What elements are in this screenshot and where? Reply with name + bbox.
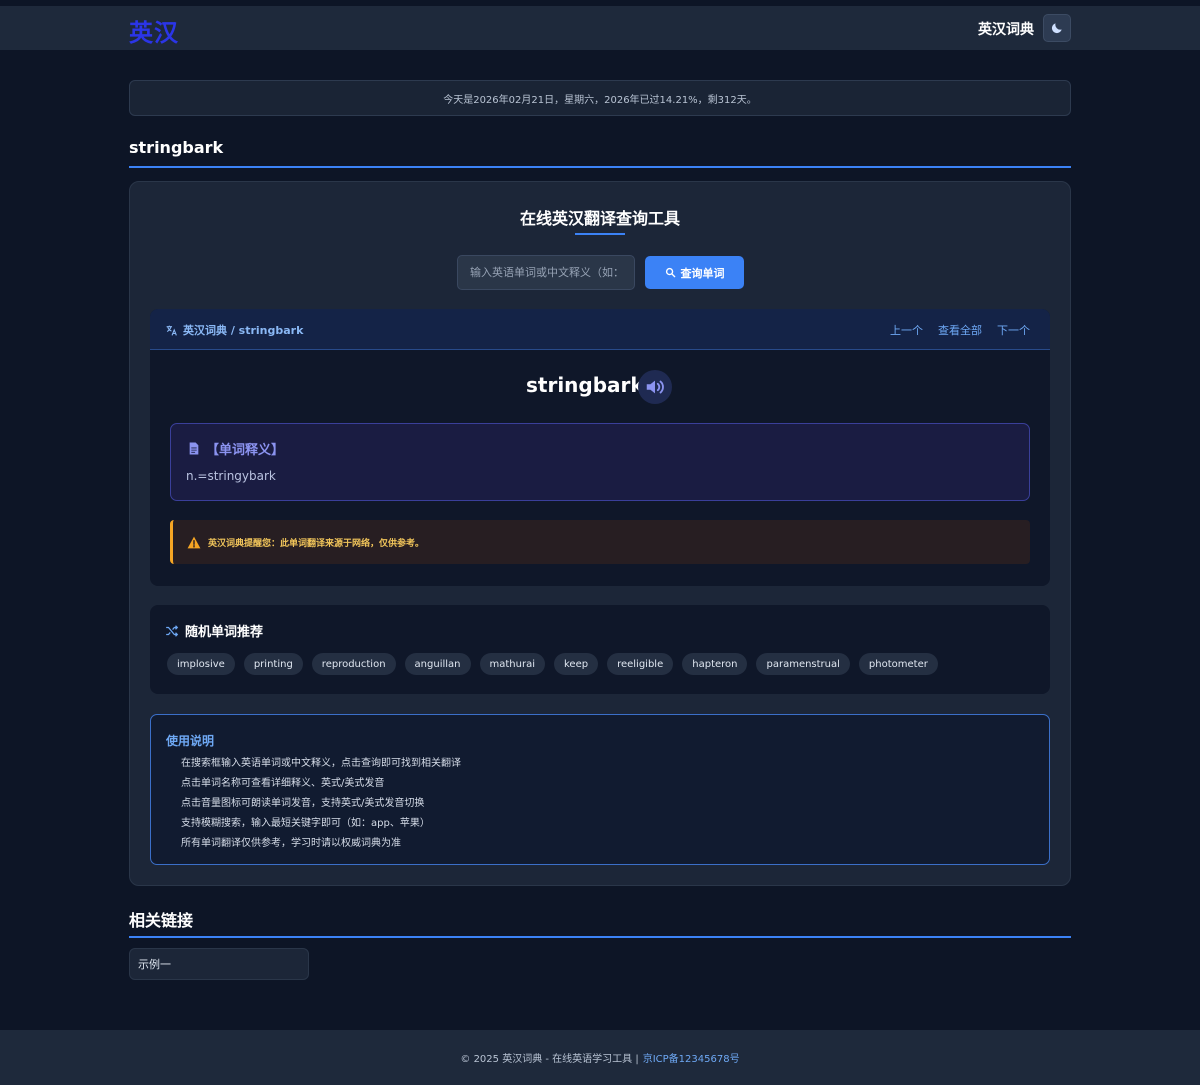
random-words-panel: 随机单词推荐 implosive printing reproduction a… xyxy=(150,605,1050,694)
page-title: stringbark xyxy=(129,138,224,157)
breadcrumb-text: 英汉词典 / stringbark xyxy=(183,324,304,337)
date-info-bar: 今天是2026年02月21日，星期六，2026年已过14.21%，剩312天。 xyxy=(129,80,1071,116)
word-tag[interactable]: implosive xyxy=(167,653,235,675)
word-tag[interactable]: photometer xyxy=(858,653,938,675)
moon-icon xyxy=(1051,23,1062,34)
dictionary-panel: 英汉词典 / stringbark 上一个 查看全部 下一个 stringbar… xyxy=(150,309,1050,586)
word-tag[interactable]: paramenstrual xyxy=(756,653,850,675)
search-icon xyxy=(665,267,675,278)
word-tag[interactable]: reproduction xyxy=(311,653,396,675)
related-divider xyxy=(129,936,1071,938)
word-tag[interactable]: keep xyxy=(553,653,599,675)
random-words-title: 随机单词推荐 xyxy=(165,621,263,640)
usage-item: 所有单词翻译仅供参考，学习时请以权威词典为准 xyxy=(181,838,401,849)
search-button-label: 查询单词 xyxy=(680,266,725,280)
word-tag[interactable]: anguillan xyxy=(404,653,471,675)
icp-link[interactable]: 京ICP备12345678号 xyxy=(643,1050,740,1065)
random-word-tags: implosive printing reproduction anguilla… xyxy=(167,653,938,675)
dictionary-panel-header: 英汉词典 / stringbark 上一个 查看全部 下一个 xyxy=(150,309,1050,350)
translate-icon xyxy=(166,325,177,336)
search-input[interactable] xyxy=(457,255,635,290)
usage-instructions: 使用说明 在搜索框输入英语单词或中文释义，点击查询即可找到相关翻译 点击单词名称… xyxy=(150,714,1050,865)
shuffle-icon xyxy=(166,624,179,637)
entry-word[interactable]: stringbark xyxy=(526,373,644,397)
header-title-link[interactable]: 英汉词典 xyxy=(978,19,1034,39)
main-card: 在线英汉翻译查询工具 查询单词 英汉词典 / stringbark 上一个 查看… xyxy=(129,181,1071,886)
tool-title-underline xyxy=(575,233,625,235)
usage-title: 使用说明 xyxy=(166,734,215,748)
word-tag[interactable]: hapteron xyxy=(682,653,748,675)
related-links-title: 相关链接 xyxy=(129,911,194,930)
usage-item: 点击音量图标可朗读单词发音，支持英式/美式发音切换 xyxy=(181,798,425,809)
site-footer: © 2025 英汉词典 - 在线英语学习工具 | 京ICP备12345678号 xyxy=(0,1030,1200,1085)
document-icon xyxy=(189,442,199,455)
word-tag[interactable]: printing xyxy=(243,653,303,675)
usage-list: 在搜索框输入英语单词或中文释义，点击查询即可找到相关翻译 点击单词名称可查看详细… xyxy=(181,756,461,856)
definition-label-text: 【单词释义】 xyxy=(206,443,285,458)
random-words-title-text: 随机单词推荐 xyxy=(185,625,264,640)
word-tag[interactable]: reeligible xyxy=(607,653,674,675)
prev-word-link[interactable]: 上一个 xyxy=(890,322,923,338)
definition-label: 【单词释义】 xyxy=(188,439,284,458)
theme-toggle-button[interactable] xyxy=(1043,14,1071,42)
usage-item: 点击单词名称可查看详细释义、英式/美式发音 xyxy=(181,778,385,789)
definition-box: 【单词释义】 n.=stringybark xyxy=(170,423,1030,501)
breadcrumb[interactable]: 英汉词典 / stringbark xyxy=(165,322,303,338)
pronounce-button[interactable] xyxy=(638,370,672,404)
speaker-icon xyxy=(646,380,664,394)
site-header: 英汉 英汉词典 xyxy=(0,6,1200,50)
heading-divider xyxy=(129,166,1071,168)
site-logo[interactable]: 英汉 xyxy=(129,13,179,48)
tool-title: 在线英汉翻译查询工具 xyxy=(519,209,680,228)
related-link[interactable]: 示例一 xyxy=(129,948,309,980)
word-nav: 上一个 查看全部 下一个 xyxy=(890,322,1030,338)
search-button[interactable]: 查询单词 xyxy=(645,256,744,289)
usage-item: 支持模糊搜索，输入最短关键字即可（如：app、苹果） xyxy=(181,818,430,829)
definition-text: n.=stringybark xyxy=(186,469,276,483)
warning-text: 英汉词典提醒您：此单词翻译来源于网络，仅供参考。 xyxy=(208,538,425,549)
view-all-link[interactable]: 查看全部 xyxy=(938,322,982,338)
warning-icon xyxy=(187,536,201,548)
warning-notice: 英汉词典提醒您：此单词翻译来源于网络，仅供参考。 xyxy=(170,520,1030,564)
footer-copyright: © 2025 英汉词典 - 在线英语学习工具 | xyxy=(460,1054,639,1065)
word-tag[interactable]: mathurai xyxy=(479,653,545,675)
usage-item: 在搜索框输入英语单词或中文释义，点击查询即可找到相关翻译 xyxy=(181,758,461,769)
next-word-link[interactable]: 下一个 xyxy=(997,322,1030,338)
